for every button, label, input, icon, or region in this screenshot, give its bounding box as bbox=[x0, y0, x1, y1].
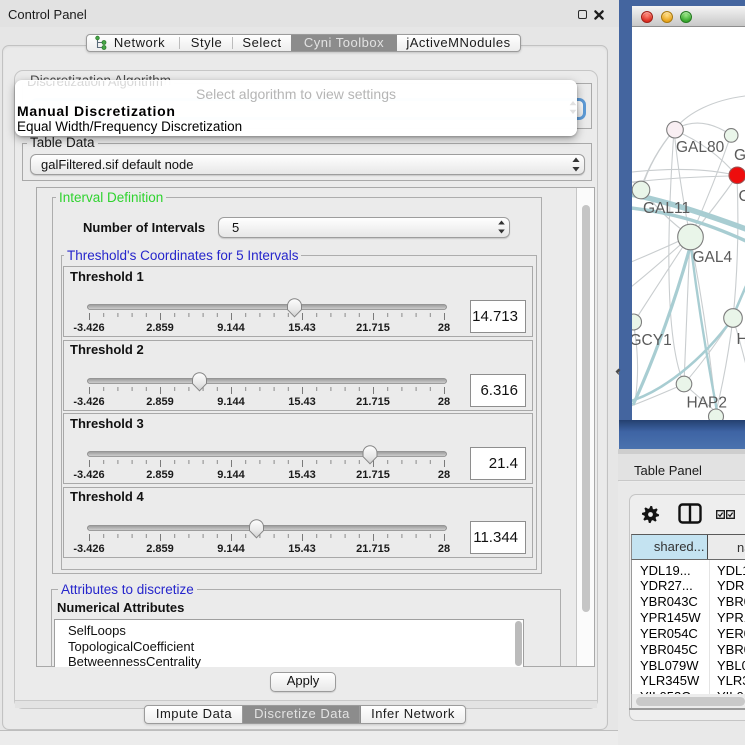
svg-text:GCY1: GCY1 bbox=[632, 332, 672, 349]
svg-text:GAL80: GAL80 bbox=[676, 139, 725, 156]
svg-text:H: H bbox=[737, 331, 745, 348]
svg-text:GA: GA bbox=[734, 147, 745, 164]
svg-text:HAP2: HAP2 bbox=[687, 395, 728, 412]
svg-text:GAL4: GAL4 bbox=[693, 249, 733, 266]
svg-text:C: C bbox=[739, 188, 745, 205]
svg-text:GAL11: GAL11 bbox=[643, 200, 690, 217]
